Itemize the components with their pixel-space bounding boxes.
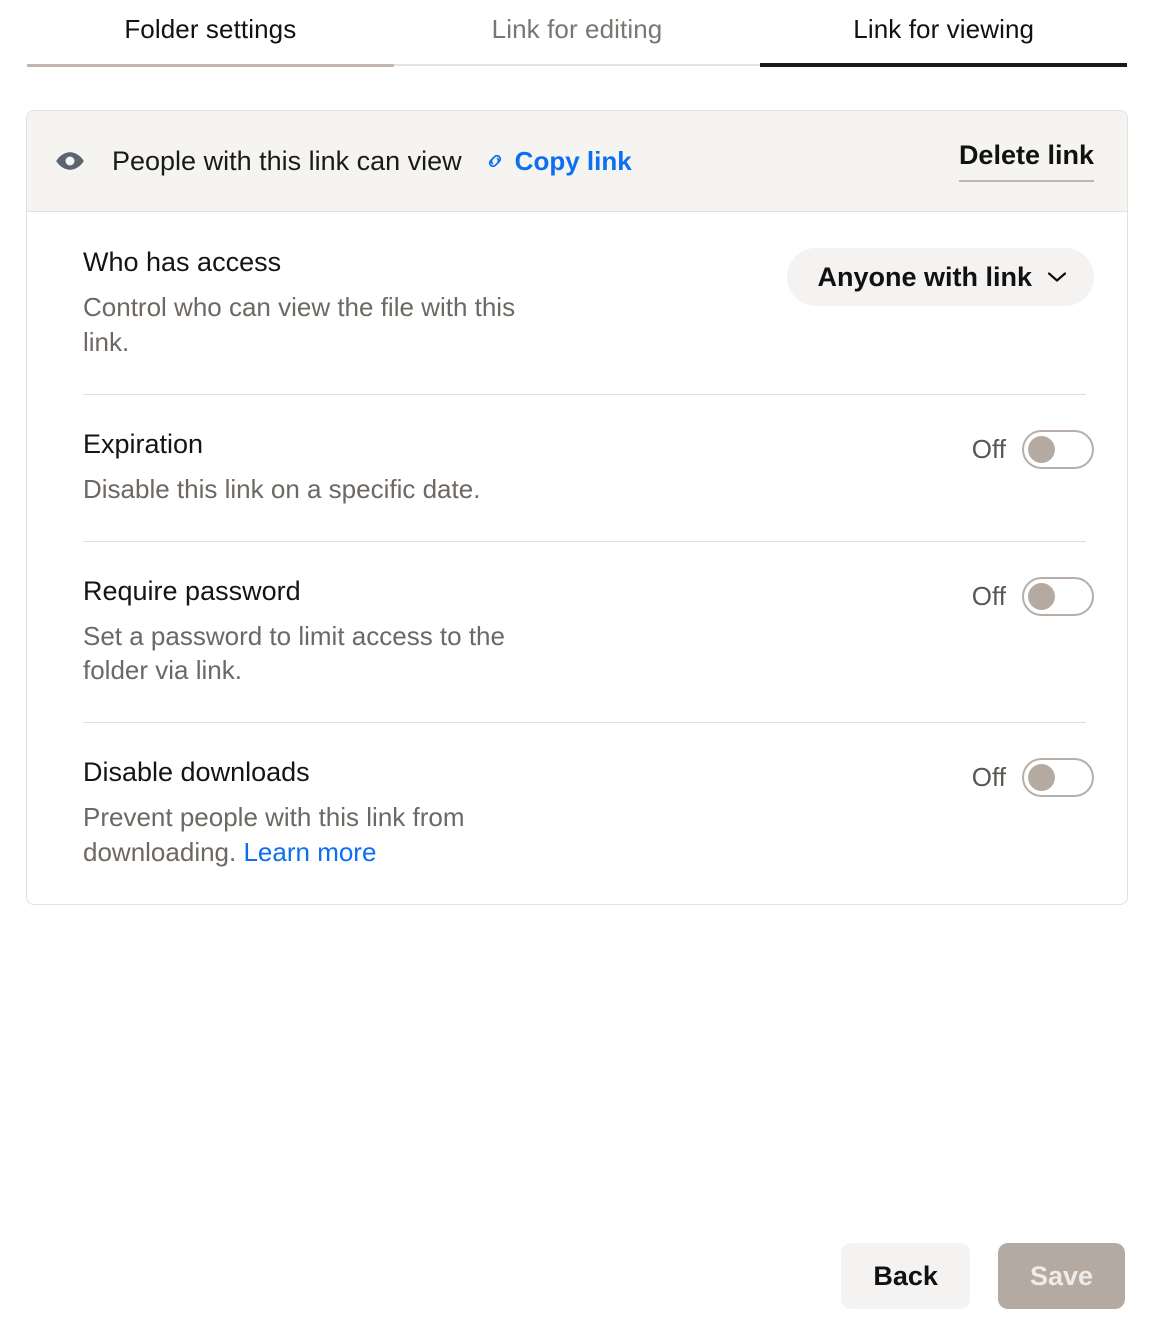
- tab-link-for-viewing-label: Link for viewing: [853, 14, 1035, 44]
- row-who-has-access: Who has access Control who can view the …: [60, 212, 1094, 394]
- row-who-has-access-desc: Control who can view the file with this …: [83, 292, 516, 357]
- row-expiration-desc: Disable this link on a specific date.: [83, 473, 481, 504]
- card-header-title: People with this link can view: [112, 145, 462, 176]
- save-button[interactable]: Save: [997, 1243, 1125, 1309]
- row-disable-downloads-text: Disable downloads Prevent people with th…: [60, 757, 972, 870]
- row-who-has-access-control: Anyone with link: [787, 247, 1094, 306]
- disable-downloads-toggle-knob: [1028, 764, 1055, 792]
- settings-rows: Who has access Control who can view the …: [27, 212, 1127, 904]
- who-has-access-dropdown-value: Anyone with link: [817, 261, 1032, 292]
- tab-link-for-editing[interactable]: Link for editing: [393, 14, 761, 67]
- expiration-toggle-knob: [1028, 435, 1055, 463]
- tab-link-for-editing-underline: [393, 64, 761, 66]
- row-require-password-text: Require password Set a password to limit…: [60, 576, 972, 689]
- require-password-toggle-state: Off: [971, 580, 1006, 611]
- row-require-password-control: Off: [972, 576, 1094, 616]
- expiration-toggle[interactable]: [1022, 429, 1094, 469]
- who-has-access-dropdown[interactable]: Anyone with link: [787, 248, 1094, 306]
- chevron-down-icon: [1032, 271, 1067, 283]
- require-password-toggle[interactable]: [1022, 576, 1094, 616]
- delete-link-button[interactable]: Delete link: [958, 140, 1094, 182]
- row-require-password: Require password Set a password to limit…: [60, 540, 1094, 723]
- copy-link-label: Copy link: [514, 145, 632, 176]
- link-icon: [484, 150, 506, 172]
- disable-downloads-toggle[interactable]: [1022, 758, 1094, 798]
- row-disable-downloads-title: Disable downloads: [83, 757, 310, 788]
- row-expiration-control: Off: [972, 429, 1094, 469]
- copy-link-button[interactable]: Copy link: [484, 146, 632, 177]
- row-expiration-title: Expiration: [83, 428, 204, 459]
- card-header: People with this link can view Copy link…: [27, 111, 1127, 212]
- row-expiration: Expiration Disable this link on a specif…: [60, 393, 1094, 541]
- require-password-toggle-knob: [1028, 582, 1055, 610]
- footer-actions: Back Save: [0, 1243, 1154, 1309]
- tab-folder-settings-label: Folder settings: [124, 14, 297, 44]
- row-who-has-access-text: Who has access Control who can view the …: [60, 247, 787, 360]
- row-disable-downloads: Disable downloads Prevent people with th…: [60, 722, 1094, 904]
- disable-downloads-toggle-wrap: Off: [971, 758, 1094, 798]
- row-require-password-title: Require password: [83, 575, 301, 606]
- expiration-toggle-state: Off: [971, 433, 1006, 464]
- row-require-password-desc: Set a password to limit access to the fo…: [83, 620, 505, 686]
- tab-bar: Folder settings Link for editing Link fo…: [27, 0, 1128, 67]
- link-settings-card: People with this link can view Copy link…: [26, 110, 1128, 905]
- require-password-toggle-wrap: Off: [971, 576, 1094, 616]
- back-button[interactable]: Back: [841, 1243, 970, 1309]
- tab-folder-settings-underline: [27, 64, 394, 67]
- row-who-has-access-title: Who has access: [83, 247, 282, 277]
- tab-link-for-viewing[interactable]: Link for viewing: [760, 14, 1128, 67]
- row-disable-downloads-desc: Prevent people with this link from downl…: [83, 800, 563, 870]
- tab-folder-settings[interactable]: Folder settings: [27, 14, 394, 67]
- tab-link-for-editing-label: Link for editing: [491, 14, 663, 44]
- learn-more-link[interactable]: Learn more: [243, 837, 376, 867]
- row-disable-downloads-control: Off: [971, 757, 1094, 798]
- eye-icon: [55, 146, 85, 176]
- expiration-toggle-wrap: Off: [971, 429, 1094, 469]
- row-expiration-text: Expiration Disable this link on a specif…: [60, 429, 972, 507]
- tab-link-for-viewing-underline: [760, 63, 1128, 67]
- disable-downloads-toggle-state: Off: [971, 762, 1006, 793]
